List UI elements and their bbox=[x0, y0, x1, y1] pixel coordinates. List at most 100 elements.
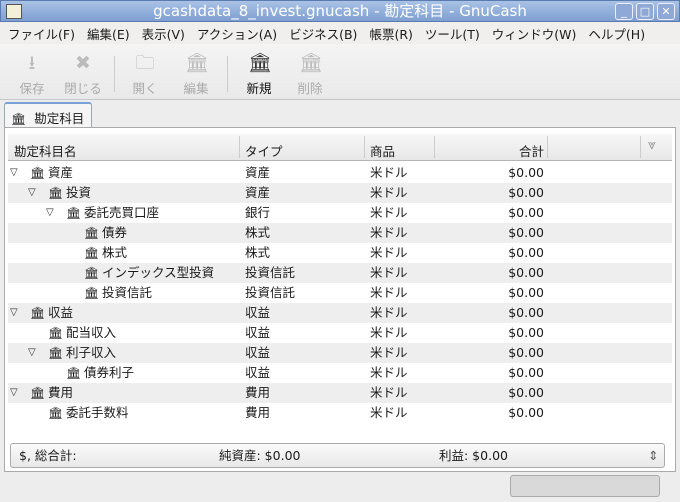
bank-icon: 🏛 bbox=[84, 266, 100, 280]
minimize-button[interactable]: _ bbox=[615, 3, 633, 20]
account-type: 株式 bbox=[245, 245, 271, 260]
account-type: 収益 bbox=[245, 325, 271, 340]
account-row[interactable]: ▽ 🏛 利子収入 収益 米ドル $0.00 bbox=[8, 343, 672, 363]
account-commodity: 米ドル bbox=[370, 165, 408, 180]
expander-icon[interactable]: ▽ bbox=[46, 203, 54, 223]
tab-accounts[interactable]: 🏛 勘定科目 bbox=[4, 102, 92, 128]
maximize-button[interactable]: □ bbox=[636, 3, 654, 20]
account-row[interactable]: ▽ 🏛 費用 費用 米ドル $0.00 bbox=[8, 383, 672, 403]
account-row[interactable]: ▽ 🏛 投資 資産 米ドル $0.00 bbox=[8, 183, 672, 203]
account-name: 資産 bbox=[48, 165, 74, 180]
account-row[interactable]: 🏛 投資信託 投資信託 米ドル $0.00 bbox=[8, 283, 672, 303]
account-commodity: 米ドル bbox=[370, 385, 408, 400]
window-title: gcashdata_8_invest.gnucash - 勘定科目 - GnuC… bbox=[153, 2, 527, 20]
expander-icon[interactable]: ▽ bbox=[28, 183, 36, 203]
folder-icon: 🗀 bbox=[135, 52, 155, 74]
close-tab-button[interactable]: ✖ 閉じる bbox=[60, 52, 106, 97]
account-name: 委託手数料 bbox=[66, 405, 129, 420]
close-button[interactable]: ✕ bbox=[657, 3, 675, 20]
account-type: 収益 bbox=[245, 305, 271, 320]
bank-icon: 🏛 bbox=[11, 112, 27, 126]
account-total: $0.00 bbox=[508, 385, 544, 400]
bank-icon: 🏛 bbox=[48, 326, 64, 340]
new-account-button[interactable]: 🏛 新規 bbox=[239, 52, 279, 97]
app-icon bbox=[6, 4, 22, 19]
new-account-icon: 🏛 bbox=[248, 52, 273, 74]
menu-help[interactable]: ヘルプ(H) bbox=[588, 24, 645, 43]
account-type: 収益 bbox=[245, 365, 271, 380]
profit: 利益: $0.00 bbox=[439, 448, 508, 463]
account-commodity: 米ドル bbox=[370, 405, 408, 420]
account-commodity: 米ドル bbox=[370, 305, 408, 320]
delete-button[interactable]: 🏛 削除 bbox=[290, 52, 330, 97]
expander-icon[interactable]: ▽ bbox=[10, 163, 18, 183]
edit-button[interactable]: 🏛 編集 bbox=[176, 52, 216, 97]
bank-icon: 🏛 bbox=[30, 166, 46, 180]
account-type: 費用 bbox=[245, 385, 271, 400]
menu-business[interactable]: ビジネス(B) bbox=[289, 24, 357, 43]
menu-tools[interactable]: ツール(T) bbox=[425, 24, 480, 43]
column-selector-icon[interactable]: ⩔ bbox=[648, 137, 656, 153]
menu-bar: ファイル(F) 編集(E) 表示(V) アクション(A) ビジネス(B) 帳票(… bbox=[0, 22, 680, 44]
toolbar: ⭳ 保存 ✖ 閉じる 🗀 開く 🏛 編集 🏛 新規 🏛 削除 bbox=[0, 44, 680, 100]
account-row[interactable]: 🏛 債券利子 収益 米ドル $0.00 bbox=[8, 363, 672, 383]
account-name: 債券利子 bbox=[84, 365, 135, 380]
account-row[interactable]: ▽ 🏛 収益 収益 米ドル $0.00 bbox=[8, 303, 672, 323]
menu-edit[interactable]: 編集(E) bbox=[87, 24, 130, 43]
menu-action[interactable]: アクション(A) bbox=[197, 24, 277, 43]
bank-icon: 🏛 bbox=[84, 286, 100, 300]
account-type: 投資信託 bbox=[245, 285, 296, 300]
tree-header: 勘定科目名 タイプ 商品 合計 ⩔ bbox=[8, 134, 672, 161]
account-row[interactable]: 🏛 配当収入 収益 米ドル $0.00 bbox=[8, 323, 672, 343]
account-total: $0.00 bbox=[508, 225, 544, 240]
column-commodity[interactable]: 商品 bbox=[370, 141, 395, 160]
account-row[interactable]: 🏛 委託手数料 費用 米ドル $0.00 bbox=[8, 403, 672, 423]
save-icon: ⭳ bbox=[28, 52, 36, 74]
menu-view[interactable]: 表示(V) bbox=[142, 24, 185, 43]
account-commodity: 米ドル bbox=[370, 325, 408, 340]
toolbar-separator bbox=[227, 56, 228, 92]
account-commodity: 米ドル bbox=[370, 185, 408, 200]
account-total: $0.00 bbox=[508, 285, 544, 300]
account-type: 銀行 bbox=[245, 205, 271, 220]
expander-icon[interactable]: ▽ bbox=[10, 303, 18, 323]
menu-file[interactable]: ファイル(F) bbox=[8, 24, 75, 43]
close-icon: ✖ bbox=[75, 52, 91, 74]
account-total: $0.00 bbox=[508, 165, 544, 180]
account-total: $0.00 bbox=[508, 345, 544, 360]
accounts-panel: 勘定科目名 タイプ 商品 合計 ⩔ ▽ 🏛 資産 資産 米ドル $0.00 ▽ 🏛 投資 資産 米ド… bbox=[4, 127, 676, 472]
bank-icon: 🏛 bbox=[48, 186, 64, 200]
account-commodity: 米ドル bbox=[370, 265, 408, 280]
summary-label: $, 総合計: bbox=[19, 448, 77, 463]
bank-icon: 🏛 bbox=[66, 366, 82, 380]
account-commodity: 米ドル bbox=[370, 245, 408, 260]
open-button[interactable]: 🗀 開く bbox=[125, 52, 165, 97]
account-row[interactable]: 🏛 債券 株式 米ドル $0.00 bbox=[8, 223, 672, 243]
account-row[interactable]: ▽ 🏛 資産 資産 米ドル $0.00 bbox=[8, 163, 672, 183]
account-name: 収益 bbox=[48, 305, 74, 320]
save-button[interactable]: ⭳ 保存 bbox=[12, 52, 52, 97]
account-total: $0.00 bbox=[508, 405, 544, 420]
account-type: 株式 bbox=[245, 225, 271, 240]
account-commodity: 米ドル bbox=[370, 365, 408, 380]
column-type[interactable]: タイプ bbox=[245, 141, 283, 160]
menu-reports[interactable]: 帳票(R) bbox=[369, 24, 412, 43]
account-commodity: 米ドル bbox=[370, 225, 408, 240]
expander-icon[interactable]: ▽ bbox=[28, 343, 36, 363]
spin-icon[interactable]: ⇕ bbox=[648, 444, 658, 467]
account-total: $0.00 bbox=[508, 305, 544, 320]
column-name[interactable]: 勘定科目名 bbox=[14, 141, 77, 160]
summary-bar[interactable]: $, 総合計: 純資産: $0.00 利益: $0.00 ⇕ bbox=[10, 443, 665, 468]
account-total: $0.00 bbox=[508, 205, 544, 220]
account-name: 費用 bbox=[48, 385, 74, 400]
account-row[interactable]: 🏛 インデックス型投資 投資信託 米ドル $0.00 bbox=[8, 263, 672, 283]
menu-window[interactable]: ウィンドウ(W) bbox=[492, 24, 577, 43]
account-type: 投資信託 bbox=[245, 265, 296, 280]
account-commodity: 米ドル bbox=[370, 345, 408, 360]
bank-icon: 🏛 bbox=[66, 206, 82, 220]
account-row[interactable]: ▽ 🏛 委託売買口座 銀行 米ドル $0.00 bbox=[8, 203, 672, 223]
net-assets: 純資産: $0.00 bbox=[219, 448, 301, 463]
column-total[interactable]: 合計 bbox=[438, 141, 544, 160]
account-row[interactable]: 🏛 株式 株式 米ドル $0.00 bbox=[8, 243, 672, 263]
expander-icon[interactable]: ▽ bbox=[10, 383, 18, 403]
